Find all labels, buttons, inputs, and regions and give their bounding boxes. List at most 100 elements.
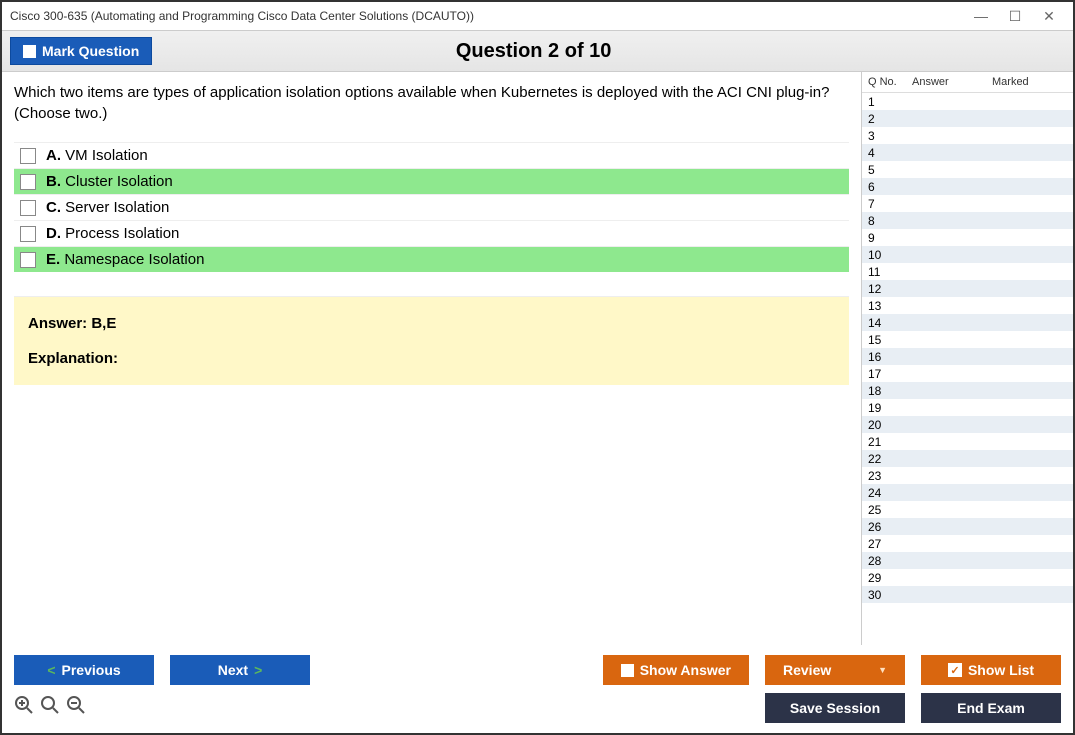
question-list-row[interactable]: 15 [862, 331, 1073, 348]
option-label: A. VM Isolation [46, 147, 148, 164]
qno-cell: 24 [868, 486, 912, 500]
option-row[interactable]: B. Cluster Isolation [14, 168, 849, 194]
header-answer: Answer [912, 76, 992, 88]
zoom-reset-icon[interactable] [40, 695, 60, 721]
option-checkbox[interactable] [20, 148, 36, 164]
question-list-row[interactable]: 27 [862, 535, 1073, 552]
qno-cell: 7 [868, 197, 912, 211]
question-list-row[interactable]: 24 [862, 484, 1073, 501]
question-list-row[interactable]: 13 [862, 297, 1073, 314]
save-session-button[interactable]: Save Session [765, 693, 905, 723]
option-row[interactable]: D. Process Isolation [14, 220, 849, 246]
question-list-row[interactable]: 2 [862, 110, 1073, 127]
question-list-row[interactable]: 3 [862, 127, 1073, 144]
show-answer-checkbox-icon [621, 664, 634, 677]
previous-label: Previous [62, 662, 121, 678]
previous-button[interactable]: < Previous [14, 655, 154, 685]
question-list-row[interactable]: 9 [862, 229, 1073, 246]
question-list-row[interactable]: 8 [862, 212, 1073, 229]
header-qno: Q No. [868, 76, 912, 88]
question-list-row[interactable]: 18 [862, 382, 1073, 399]
qno-cell: 8 [868, 214, 912, 228]
qno-cell: 11 [868, 265, 912, 279]
question-list-row[interactable]: 25 [862, 501, 1073, 518]
option-row[interactable]: E. Namespace Isolation [14, 246, 849, 272]
question-list-row[interactable]: 17 [862, 365, 1073, 382]
qno-cell: 22 [868, 452, 912, 466]
maximize-icon[interactable]: ☐ [1007, 8, 1023, 25]
show-answer-button[interactable]: Show Answer [603, 655, 749, 685]
chevron-right-icon: > [254, 662, 262, 678]
question-list-row[interactable]: 12 [862, 280, 1073, 297]
end-exam-button[interactable]: End Exam [921, 693, 1061, 723]
qno-cell: 1 [868, 95, 912, 109]
option-label: B. Cluster Isolation [46, 173, 173, 190]
question-list-row[interactable]: 14 [862, 314, 1073, 331]
review-button[interactable]: Review ▼ [765, 655, 905, 685]
chevron-left-icon: < [47, 662, 55, 678]
question-list-row[interactable]: 29 [862, 569, 1073, 586]
main-area: Which two items are types of application… [2, 72, 1073, 645]
question-list-pane: Q No. Answer Marked 12345678910111213141… [861, 72, 1073, 645]
question-list-row[interactable]: 1 [862, 93, 1073, 110]
qno-cell: 27 [868, 537, 912, 551]
answer-box: Answer: B,E Explanation: [14, 296, 849, 385]
option-label: E. Namespace Isolation [46, 251, 204, 268]
minimize-icon[interactable]: — [973, 8, 989, 25]
window-title: Cisco 300-635 (Automating and Programmin… [10, 9, 973, 23]
qno-cell: 5 [868, 163, 912, 177]
zoom-out-icon[interactable] [66, 695, 86, 721]
close-icon[interactable]: ✕ [1041, 8, 1057, 25]
footer-row-1: < Previous Next > Show Answer Review ▼ ✓… [14, 655, 1061, 685]
zoom-in-icon[interactable] [14, 695, 34, 721]
answer-line: Answer: B,E [28, 315, 835, 332]
topbar: Mark Question Question 2 of 10 [2, 30, 1073, 72]
question-list-row[interactable]: 6 [862, 178, 1073, 195]
question-list-row[interactable]: 4 [862, 144, 1073, 161]
question-list-row[interactable]: 11 [862, 263, 1073, 280]
qno-cell: 26 [868, 520, 912, 534]
qno-cell: 20 [868, 418, 912, 432]
showlist-check-icon: ✓ [948, 663, 962, 677]
question-list-row[interactable]: 10 [862, 246, 1073, 263]
qno-cell: 4 [868, 146, 912, 160]
zoom-controls [14, 695, 86, 721]
qno-cell: 28 [868, 554, 912, 568]
qno-cell: 6 [868, 180, 912, 194]
next-button[interactable]: Next > [170, 655, 310, 685]
question-list-row[interactable]: 7 [862, 195, 1073, 212]
question-list-row[interactable]: 16 [862, 348, 1073, 365]
question-list-row[interactable]: 30 [862, 586, 1073, 603]
qno-cell: 3 [868, 129, 912, 143]
qno-cell: 18 [868, 384, 912, 398]
option-checkbox[interactable] [20, 252, 36, 268]
option-row[interactable]: A. VM Isolation [14, 142, 849, 168]
option-checkbox[interactable] [20, 174, 36, 190]
option-checkbox[interactable] [20, 200, 36, 216]
question-list-row[interactable]: 28 [862, 552, 1073, 569]
question-list-row[interactable]: 19 [862, 399, 1073, 416]
question-list-body[interactable]: 1234567891011121314151617181920212223242… [862, 93, 1073, 645]
qno-cell: 16 [868, 350, 912, 364]
question-text: Which two items are types of application… [14, 82, 849, 124]
qno-cell: 2 [868, 112, 912, 126]
qno-cell: 17 [868, 367, 912, 381]
show-list-button[interactable]: ✓ Show List [921, 655, 1061, 685]
question-list-row[interactable]: 22 [862, 450, 1073, 467]
question-list-row[interactable]: 5 [862, 161, 1073, 178]
qno-cell: 9 [868, 231, 912, 245]
question-list-row[interactable]: 21 [862, 433, 1073, 450]
qno-cell: 29 [868, 571, 912, 585]
option-checkbox[interactable] [20, 226, 36, 242]
qno-cell: 14 [868, 316, 912, 330]
footer: < Previous Next > Show Answer Review ▼ ✓… [2, 645, 1073, 733]
question-list-row[interactable]: 23 [862, 467, 1073, 484]
question-list-row[interactable]: 26 [862, 518, 1073, 535]
qno-cell: 15 [868, 333, 912, 347]
question-list-row[interactable]: 20 [862, 416, 1073, 433]
qno-cell: 19 [868, 401, 912, 415]
app-window: Cisco 300-635 (Automating and Programmin… [0, 0, 1075, 735]
qno-cell: 21 [868, 435, 912, 449]
question-number-title: Question 2 of 10 [2, 40, 1065, 63]
option-row[interactable]: C. Server Isolation [14, 194, 849, 220]
